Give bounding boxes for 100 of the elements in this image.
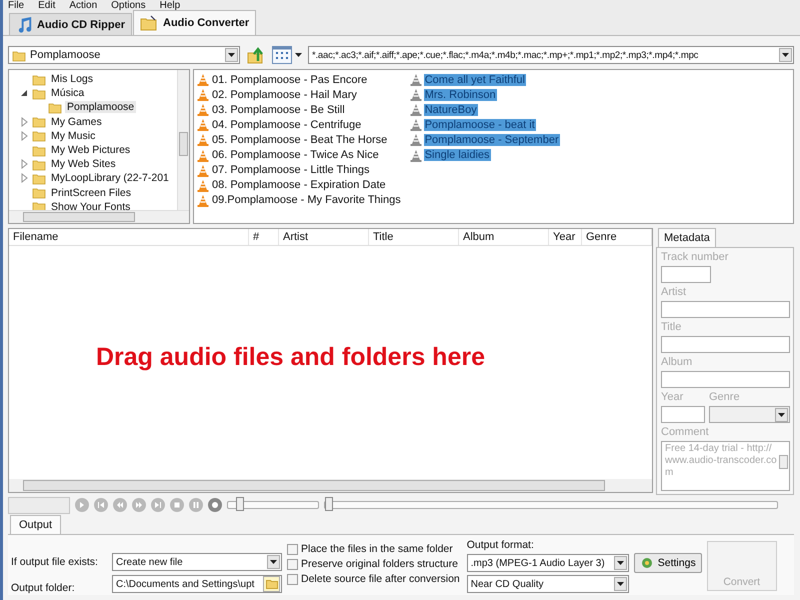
play-button[interactable] [75, 498, 89, 512]
vertical-scrollbar[interactable] [177, 70, 189, 210]
settings-button[interactable]: Settings [634, 553, 702, 573]
cone-icon [197, 194, 209, 207]
tree-item[interactable]: Pomplamoose [65, 101, 136, 114]
column-header[interactable]: Genre [582, 229, 652, 245]
caret-icon [616, 561, 624, 565]
tree-item[interactable]: MyLoopLibrary (22-7-201 [49, 172, 171, 184]
tree-item[interactable]: My Music [49, 130, 98, 142]
collapsed-arrow-icon[interactable] [19, 173, 29, 184]
track-list-item[interactable]: 05. Pomplamoose - Beat The Horse [211, 134, 388, 146]
column-header[interactable]: Filename [9, 229, 249, 245]
tree-item[interactable]: Show Your Fonts [49, 200, 132, 210]
filter-combo[interactable]: *.aac;*.ac3;*.aif;*.aiff;*.ape;*.cue;*.flac;*.m4a;*.m4b;*.mac;*.mp+;*.mp1;*.mp2;*.mp3;*.mp4;*.mpc [308, 46, 794, 64]
dropdown-button[interactable] [614, 556, 627, 570]
horizontal-scrollbar[interactable] [9, 479, 652, 492]
slider-thumb[interactable] [236, 497, 244, 511]
folder-icon [32, 158, 46, 171]
tree-item[interactable]: My Web Sites [49, 158, 118, 170]
field-label: Title [661, 321, 682, 333]
folder-icon [32, 172, 46, 185]
track-list-item[interactable]: 07. Pomplamoose - Little Things [211, 164, 371, 176]
tree-item[interactable]: My Games [49, 116, 104, 128]
checkbox[interactable] [287, 574, 298, 584]
field-label: Output format: [466, 539, 535, 551]
checkbox[interactable] [287, 558, 298, 570]
menu-item[interactable]: Action [69, 0, 98, 12]
checkbox-label: Place the files in the same folder [301, 543, 453, 555]
tree-item[interactable]: Música [49, 87, 86, 100]
fast-forward-button[interactable] [132, 498, 146, 512]
browse-button[interactable] [263, 576, 280, 592]
exists-combo[interactable]: Create new file [112, 553, 282, 571]
collapsed-arrow-icon[interactable] [19, 116, 29, 127]
track-list-item[interactable]: 06. Pomplamoose - Twice As Nice [211, 149, 380, 162]
track-list-item[interactable]: 01. Pomplamoose - Pas Encore [211, 74, 368, 86]
up-folder-button[interactable] [246, 45, 266, 65]
skip-forward-button[interactable] [151, 498, 165, 512]
record-button[interactable] [208, 498, 222, 512]
folder-arrow-icon [246, 45, 266, 65]
column-header[interactable]: # [249, 229, 279, 245]
horizontal-scrollbar[interactable] [9, 210, 189, 223]
tree-item[interactable]: PrintScreen Files [49, 186, 133, 199]
quality-combo[interactable]: Near CD Quality [466, 575, 629, 593]
cone-icon [197, 73, 209, 86]
field-label: Year [661, 391, 684, 403]
menu-item[interactable]: File [8, 0, 24, 12]
skip-back-button[interactable] [94, 498, 108, 512]
rewind-button[interactable] [113, 498, 127, 512]
dropdown-button[interactable] [225, 48, 238, 62]
pause-button[interactable] [189, 498, 203, 512]
collapsed-arrow-icon[interactable] [19, 159, 29, 170]
format-combo[interactable]: .mp3 (MPEG-1 Audio Layer 3) [466, 554, 629, 572]
tab[interactable]: Audio Converter [133, 10, 256, 35]
menu-item[interactable]: Help [160, 0, 180, 12]
checkbox-label: Preserve original folders structure [301, 558, 458, 570]
music-note-icon [16, 16, 32, 32]
expanded-arrow-icon[interactable] [19, 88, 29, 98]
folder-combo[interactable]: Pomplamoose [8, 46, 240, 64]
cone-icon [197, 148, 209, 162]
cone-icon [410, 118, 422, 132]
track-list-item[interactable]: 03. Pomplamoose - Be Still [211, 104, 346, 116]
dropdown-button[interactable] [779, 48, 792, 62]
menu-item[interactable]: Options [111, 0, 146, 12]
field-label: Output folder: [11, 582, 76, 594]
cone-icon [410, 103, 422, 116]
field-label: Genre [709, 391, 741, 403]
collapsed-arrow-icon[interactable] [19, 130, 29, 141]
column-header[interactable]: Title [369, 229, 459, 245]
menu-item[interactable]: Edit [38, 0, 56, 12]
dropdown-button[interactable] [267, 555, 280, 569]
output-folder-field[interactable]: C:\Documents and Settings\upt [112, 575, 282, 593]
tab[interactable]: Audio CD Ripper [9, 13, 132, 35]
folder-icon [32, 129, 46, 142]
cone-icon [410, 133, 422, 146]
caret-icon [616, 582, 624, 586]
dropdown-button[interactable] [614, 577, 627, 591]
track-list-item[interactable]: 02. Pomplamoose - Hail Mary [211, 88, 358, 101]
stop-button[interactable] [170, 498, 184, 512]
cone-icon [410, 88, 422, 102]
tree-item[interactable]: My Web Pictures [49, 144, 132, 156]
cone-icon [197, 164, 209, 177]
column-header[interactable]: Artist [279, 229, 369, 245]
tree-item[interactable]: Mis Logs [49, 73, 96, 86]
tab[interactable]: Output [10, 515, 62, 534]
field-label: Artist [661, 286, 688, 298]
track-list-item[interactable]: 09.Pomplamoose - My Favorite Things [211, 194, 402, 206]
view-button[interactable] [272, 46, 302, 64]
column-header[interactable]: Year [549, 229, 582, 245]
folder-icon [12, 48, 26, 62]
caret-icon [778, 412, 785, 416]
track-list-item[interactable]: 04. Pomplamoose - Centrifuge [211, 118, 362, 131]
caret-icon [782, 53, 789, 57]
folder-icon [32, 115, 46, 128]
slider-thumb[interactable] [325, 497, 333, 511]
cone-icon [410, 73, 422, 86]
checkbox[interactable] [287, 544, 298, 554]
track-list-item[interactable]: 08. Pomplamoose - Expiration Date [211, 179, 387, 192]
drop-hint: Drag audio files and folders here [96, 343, 485, 372]
caret-icon [228, 53, 235, 57]
column-header[interactable]: Album [459, 229, 549, 245]
